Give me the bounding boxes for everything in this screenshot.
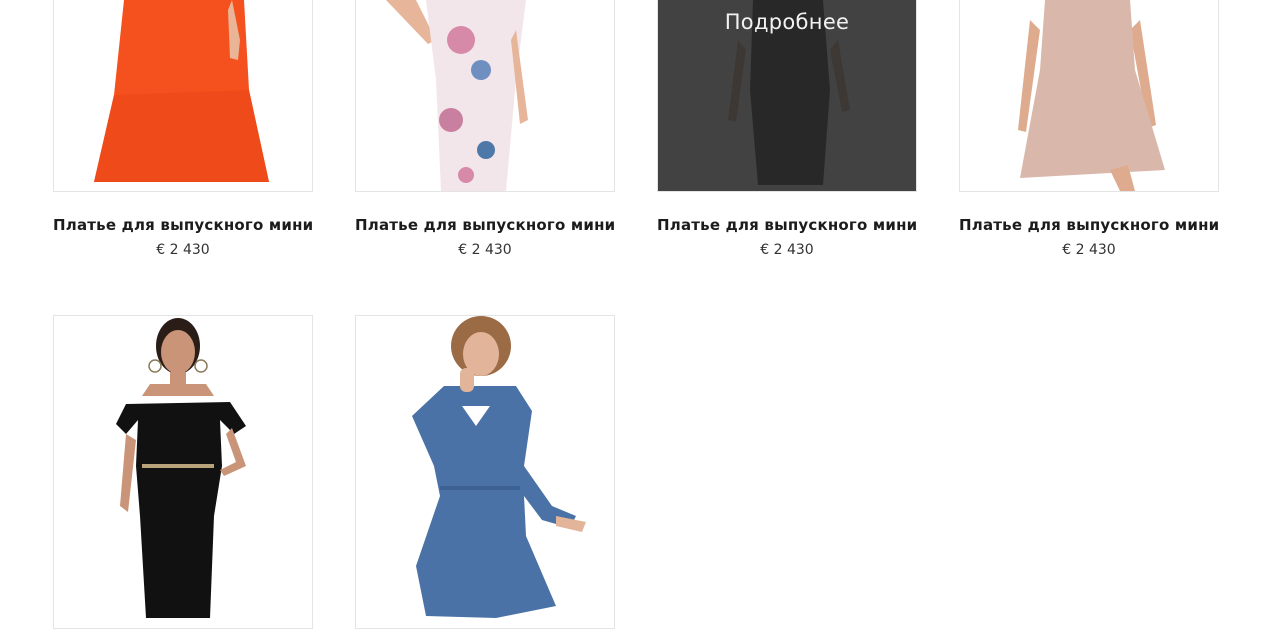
product-price: € 2 430 bbox=[760, 242, 814, 258]
product-image[interactable]: Подробнее bbox=[657, 0, 917, 192]
dress-photo-nude bbox=[960, 0, 1218, 191]
dress-photo-floral bbox=[356, 0, 614, 191]
product-title[interactable]: Платье для выпускного мини... bbox=[355, 216, 615, 234]
product-title[interactable]: Платье для выпускного мини... bbox=[959, 216, 1219, 234]
product-price: € 2 430 bbox=[156, 242, 210, 258]
product-image[interactable] bbox=[53, 0, 313, 192]
product-title[interactable]: Платье для выпускного мини... bbox=[53, 216, 313, 234]
product-price: € 2 430 bbox=[1062, 242, 1116, 258]
product-image[interactable] bbox=[53, 315, 313, 629]
product-price: € 2 430 bbox=[458, 242, 512, 258]
product-image[interactable] bbox=[959, 0, 1219, 192]
details-label[interactable]: Подробнее bbox=[658, 10, 916, 34]
dress-photo-orange bbox=[54, 0, 312, 191]
dress-photo-black-offshoulder bbox=[54, 316, 312, 628]
product-image[interactable] bbox=[355, 0, 615, 192]
dress-photo-denim bbox=[356, 316, 614, 628]
hover-overlay[interactable]: Подробнее bbox=[658, 0, 916, 191]
product-image[interactable] bbox=[355, 315, 615, 629]
product-title[interactable]: Платье для выпускного мини... bbox=[657, 216, 917, 234]
